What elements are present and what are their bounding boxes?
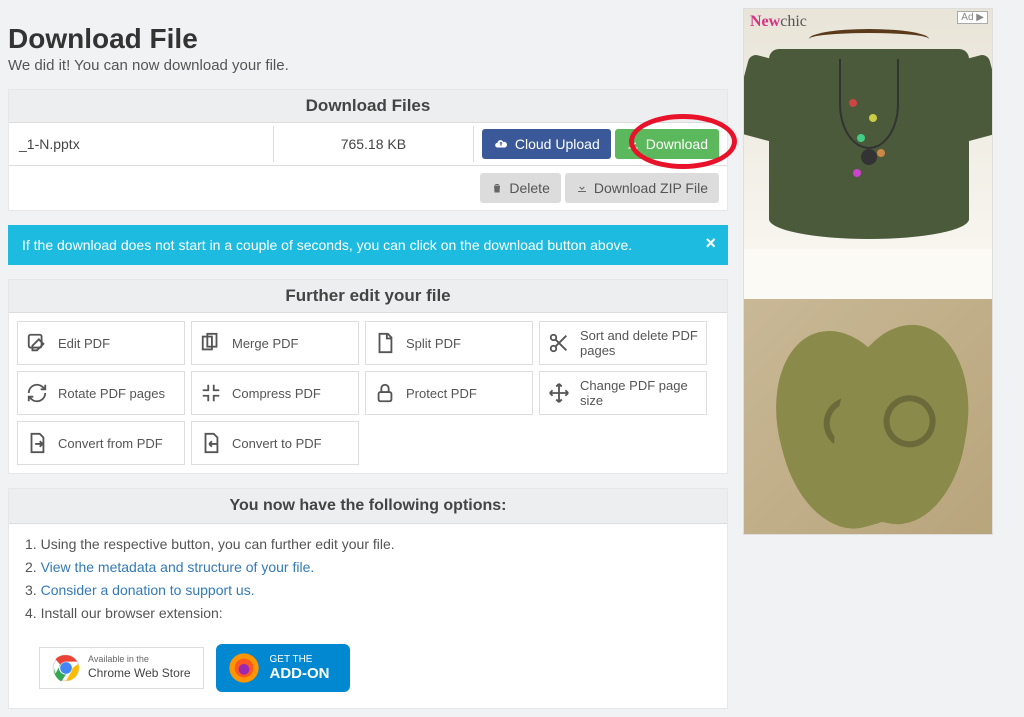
info-bar: If the download does not start in a coup… [8, 225, 728, 265]
file-import-icon [200, 432, 222, 454]
cloud-upload-button[interactable]: Cloud Upload [482, 129, 611, 159]
download-zip-button[interactable]: Download ZIP File [565, 173, 719, 203]
file-row: _1-N.pptx 765.18 KB Cloud Upload Downloa… [9, 123, 727, 166]
rotate-icon [26, 382, 48, 404]
tool-convert-from-pdf[interactable]: Convert from PDF [17, 421, 185, 465]
tool-resize-pdf[interactable]: Change PDF page size [539, 371, 707, 415]
lock-icon [374, 382, 396, 404]
page-subtitle: We did it! You can now download your fil… [8, 57, 728, 74]
page-title: Download File [8, 23, 728, 55]
download-button[interactable]: Download [615, 129, 719, 159]
option-item: Using the respective button, you can fur… [25, 536, 711, 552]
move-icon [548, 382, 570, 404]
merge-icon [200, 332, 222, 354]
option-item: Install our browser extension: [25, 605, 711, 621]
scissors-icon [548, 332, 570, 354]
chrome-icon [52, 654, 80, 682]
tool-rotate-pdf[interactable]: Rotate PDF pages [17, 371, 185, 415]
file-icon [374, 332, 396, 354]
firefox-icon [228, 652, 260, 684]
compress-icon [200, 382, 222, 404]
option-item: View the metadata and structure of your … [25, 559, 711, 575]
file-export-icon [26, 432, 48, 454]
tool-convert-to-pdf[interactable]: Convert to PDF [191, 421, 359, 465]
delete-button[interactable]: Delete [480, 173, 560, 203]
options-panel: You now have the following options: Usin… [8, 488, 728, 709]
tool-edit-pdf[interactable]: Edit PDF [17, 321, 185, 365]
cloud-upload-icon [493, 137, 509, 151]
file-name: _1-N.pptx [9, 126, 274, 162]
tool-split-pdf[interactable]: Split PDF [365, 321, 533, 365]
ad-image-shirt: Newchic [744, 9, 992, 299]
donation-link[interactable]: Consider a donation to support us. [41, 582, 255, 598]
trash-icon [491, 181, 503, 195]
firefox-addon-badge[interactable]: GET THEADD-ON [216, 644, 350, 692]
tools-panel: Further edit your file Edit PDF Merge PD… [8, 279, 728, 474]
chrome-web-store-badge[interactable]: Available in theChrome Web Store [39, 647, 204, 689]
options-title: You now have the following options: [9, 489, 727, 524]
advertisement[interactable]: Ad ▶ Newchic [743, 8, 993, 535]
download-icon [576, 181, 588, 195]
tool-sort-pdf[interactable]: Sort and delete PDF pages [539, 321, 707, 365]
download-panel: Download Files _1-N.pptx 765.18 KB Cloud… [8, 89, 728, 211]
tool-protect-pdf[interactable]: Protect PDF [365, 371, 533, 415]
tools-header: Further edit your file [9, 280, 727, 313]
tool-merge-pdf[interactable]: Merge PDF [191, 321, 359, 365]
download-panel-header: Download Files [9, 90, 727, 123]
download-icon [626, 137, 640, 151]
edit-icon [26, 332, 48, 354]
option-item: Consider a donation to support us. [25, 582, 711, 598]
metadata-link[interactable]: View the metadata and structure of your … [41, 559, 315, 575]
ad-image-sandals [744, 299, 992, 534]
close-icon[interactable]: × [705, 233, 716, 254]
ad-label: Ad ▶ [957, 11, 988, 24]
file-size: 765.18 KB [274, 126, 474, 162]
tool-compress-pdf[interactable]: Compress PDF [191, 371, 359, 415]
